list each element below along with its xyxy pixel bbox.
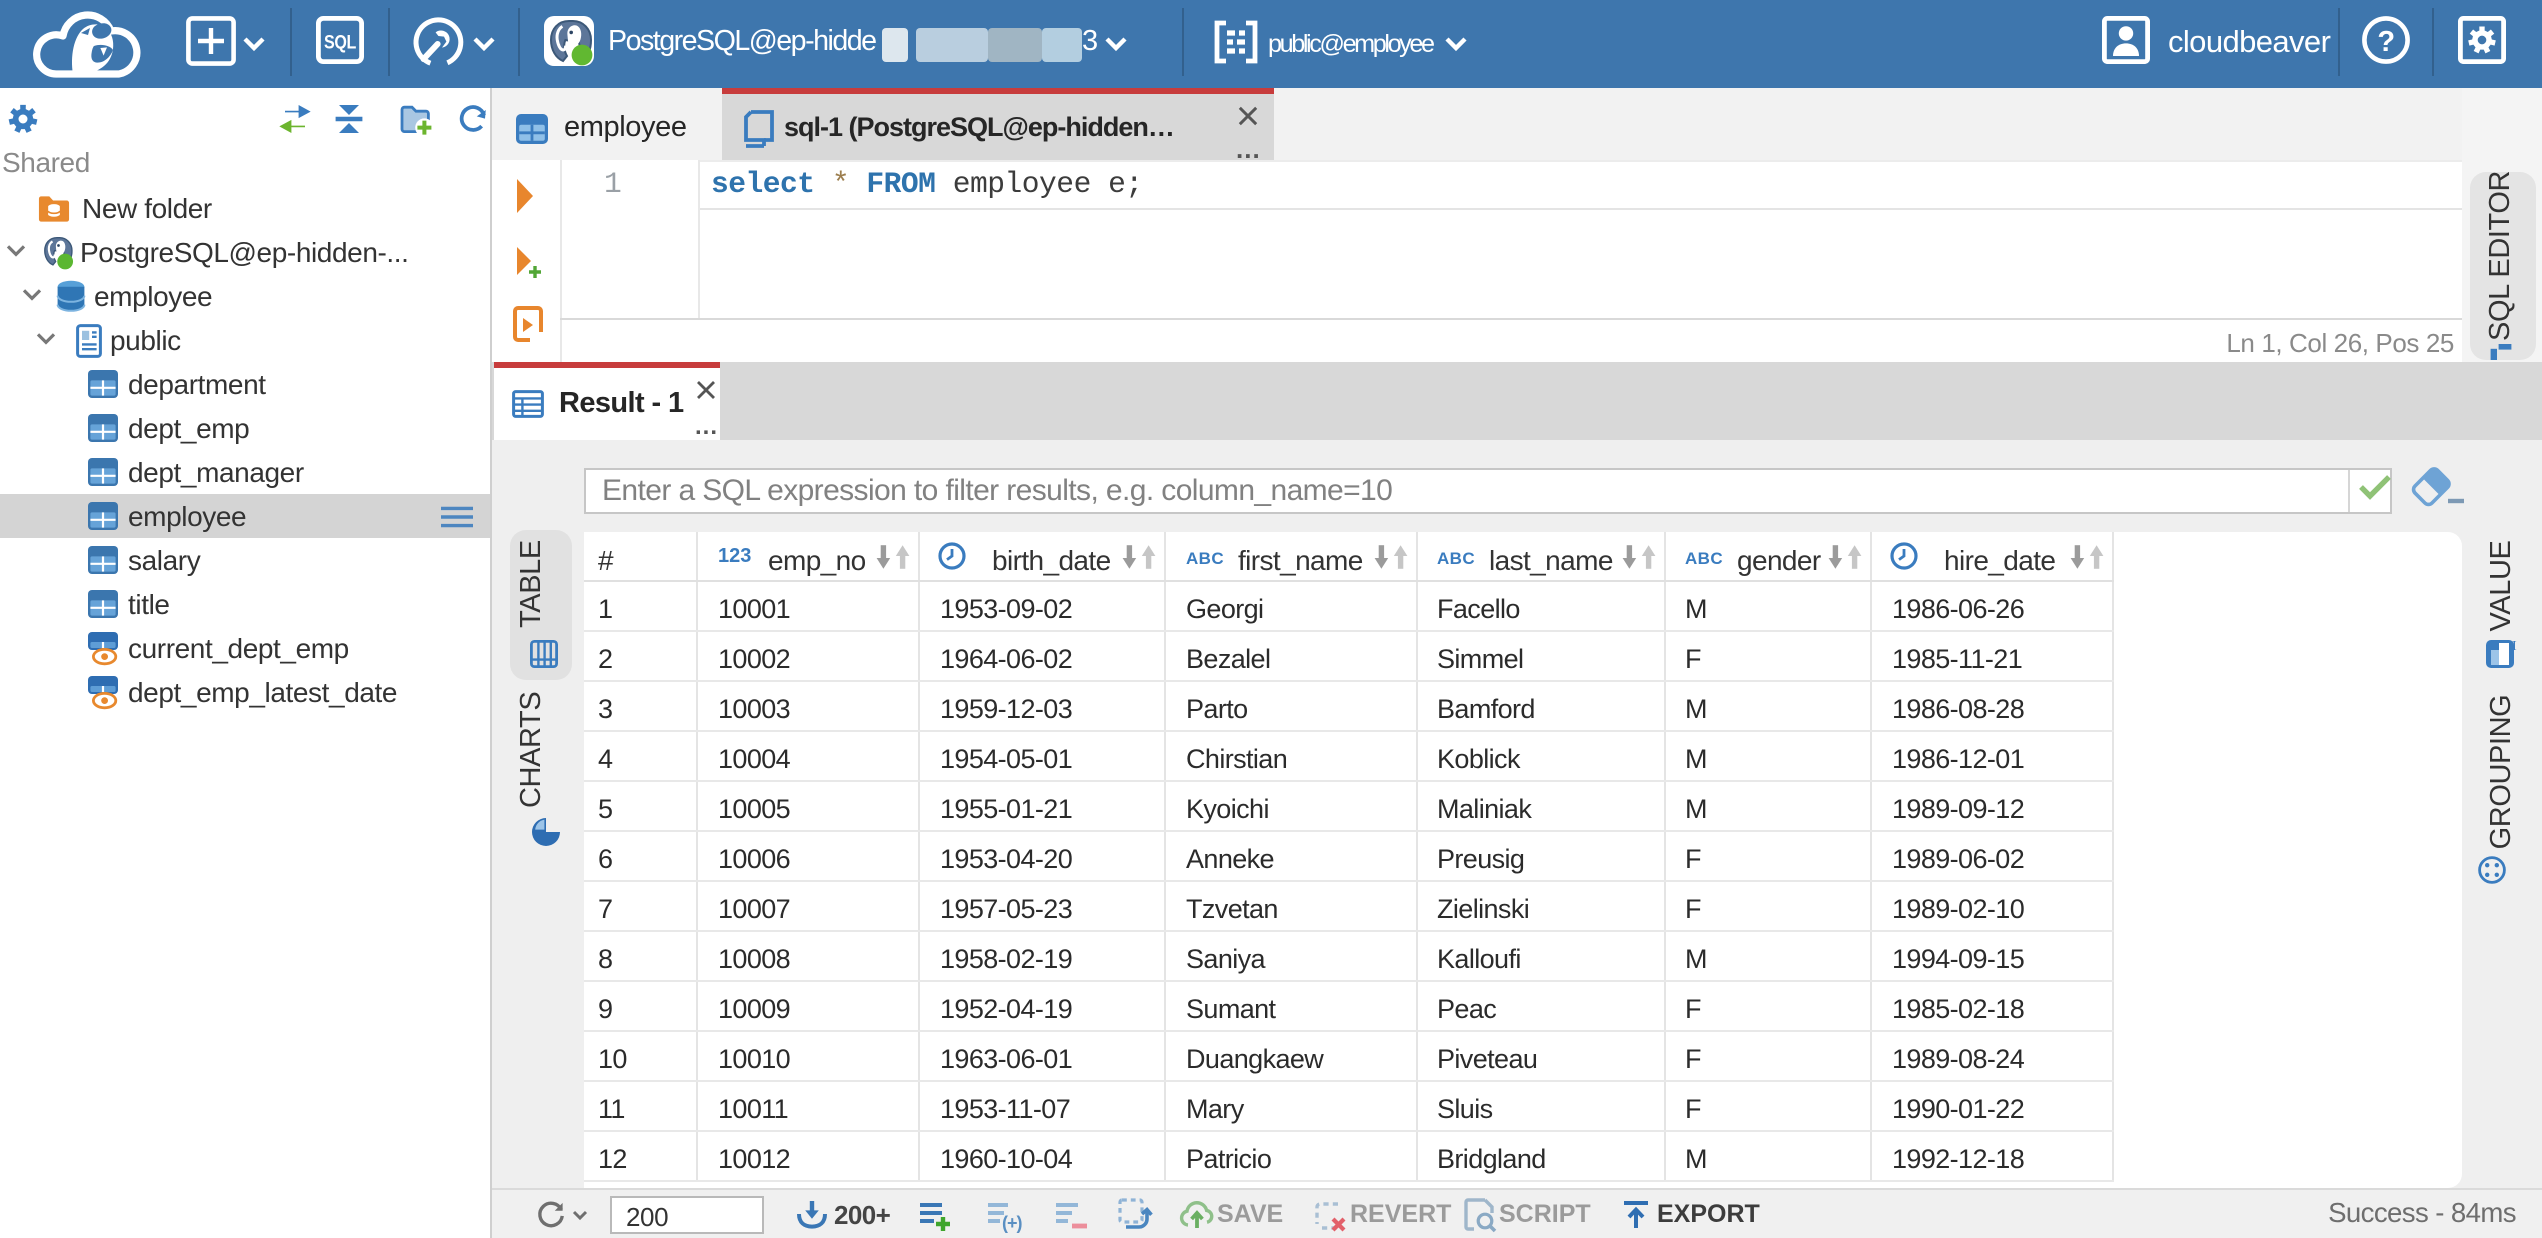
svg-text:SQL: SQL [324, 32, 357, 53]
svg-text:(+): (+) [1002, 1212, 1023, 1232]
svg-text:I: I [2512, 639, 2517, 654]
svg-text:?: ? [2377, 26, 2394, 58]
